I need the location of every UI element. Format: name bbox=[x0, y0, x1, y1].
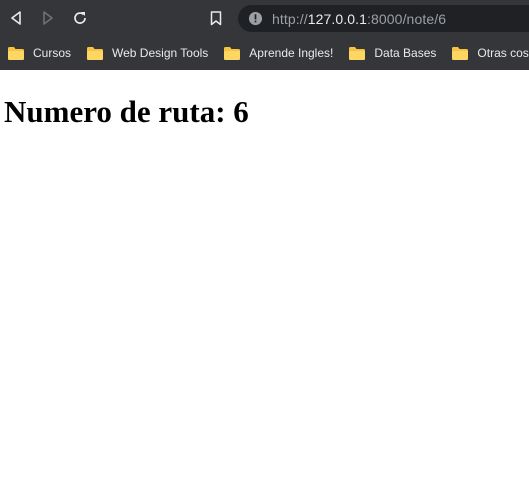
folder-icon bbox=[349, 46, 366, 60]
reload-icon bbox=[74, 12, 86, 24]
url-host: 127.0.0.1 bbox=[307, 10, 368, 27]
folder-icon bbox=[8, 46, 24, 60]
bookmark-folder-aprende-ingles[interactable]: Aprende Ingles! bbox=[224, 46, 333, 60]
info-icon[interactable] bbox=[247, 11, 263, 27]
forward-button[interactable] bbox=[38, 8, 58, 28]
forward-arrow-icon bbox=[43, 11, 53, 25]
bookmark-folder-cursos[interactable]: Cursos bbox=[8, 46, 71, 60]
back-button[interactable] bbox=[6, 8, 26, 28]
browser-toolbar: http://127.0.0.1:8000/note/6 bbox=[0, 0, 529, 36]
bookmark-folder-data-bases[interactable]: Data Bases bbox=[349, 46, 436, 60]
folder-icon bbox=[87, 46, 104, 60]
back-arrow-icon bbox=[11, 11, 21, 25]
page-content: Numero de ruta: 6 bbox=[0, 94, 529, 130]
bookmark-label: Web Design Tools bbox=[112, 46, 209, 60]
address-bar[interactable]: http://127.0.0.1:8000/note/6 bbox=[238, 5, 529, 32]
bookmarks-bar: Cursos Web Design Tools Aprende Ingles! … bbox=[0, 36, 529, 70]
bookmark-label: Aprende Ingles! bbox=[249, 46, 334, 60]
bookmark-page-button[interactable] bbox=[206, 8, 226, 28]
reload-button[interactable] bbox=[70, 8, 90, 28]
bookmark-folder-otras-cosas[interactable]: Otras cosas bbox=[452, 46, 529, 60]
url-scheme: http:// bbox=[272, 10, 308, 27]
page-title: Numero de ruta: 6 bbox=[4, 94, 249, 129]
url-text[interactable]: http://127.0.0.1:8000/note/6 bbox=[272, 11, 446, 27]
bookmark-label: Cursos bbox=[33, 46, 72, 60]
folder-icon bbox=[452, 46, 469, 60]
bookmark-icon bbox=[210, 10, 222, 25]
folder-icon bbox=[224, 46, 241, 60]
bookmark-label: Data Bases bbox=[374, 46, 437, 60]
bookmark-folder-web-design-tools[interactable]: Web Design Tools bbox=[87, 46, 208, 60]
bookmark-label: Otras cosas bbox=[477, 46, 529, 60]
browser-chrome: http://127.0.0.1:8000/note/6 Cursos Web … bbox=[0, 0, 529, 70]
url-path: :8000/note/6 bbox=[367, 10, 447, 27]
